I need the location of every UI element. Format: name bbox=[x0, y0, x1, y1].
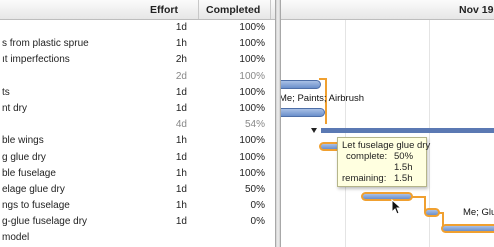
table-row[interactable]: elage glue dry 1d 50% bbox=[0, 182, 275, 198]
group-row[interactable]: 4d 54% bbox=[0, 117, 275, 133]
table-row[interactable]: s from plastic sprue 1h 100% bbox=[0, 36, 275, 52]
table-row[interactable]: g-glue fuselage dry 1d 0% bbox=[0, 214, 275, 230]
effort-cell: 1d bbox=[175, 102, 187, 114]
task-name: ts bbox=[2, 86, 10, 98]
disclosure-triangle-icon[interactable] bbox=[311, 128, 317, 133]
effort-cell: 4d bbox=[175, 119, 187, 131]
tooltip-row: complete: 50% bbox=[342, 151, 422, 162]
task-name: ıt imperfections bbox=[2, 54, 70, 66]
effort-cell: 1d bbox=[175, 216, 187, 228]
table-row[interactable]: 1d 100% bbox=[0, 20, 275, 36]
effort-cell: 1h bbox=[175, 135, 187, 147]
completed-cell: 50% bbox=[244, 183, 265, 195]
tooltip-remaining-label: remaining: bbox=[342, 173, 387, 184]
task-table: Effort Completed 1d 100% s from plastic sp… bbox=[0, 0, 275, 247]
completed-column-header[interactable]: Completed bbox=[206, 4, 260, 16]
completed-cell: 100% bbox=[239, 54, 265, 66]
completed-cell: 100% bbox=[239, 135, 265, 147]
group-summary-bar[interactable] bbox=[321, 128, 494, 133]
table-row[interactable]: ble wings 1h 100% bbox=[0, 133, 275, 149]
group-row[interactable]: 2d 100% bbox=[0, 69, 275, 85]
completed-cell: 100% bbox=[239, 70, 265, 82]
effort-cell: 1d bbox=[175, 22, 187, 33]
gantt-date-header: Nov 19 bbox=[459, 4, 494, 16]
task-bar[interactable] bbox=[281, 80, 321, 89]
table-row[interactable]: ts 1d 100% bbox=[0, 85, 275, 101]
effort-cell: 1h bbox=[175, 200, 187, 212]
task-name: model bbox=[2, 232, 30, 244]
task-rows: 1d 100% s from plastic sprue 1h 100% ıt imper… bbox=[0, 20, 275, 247]
column-separator[interactable] bbox=[198, 0, 199, 19]
tooltip-done-value: 1.5h bbox=[394, 162, 413, 173]
completed-cell: 100% bbox=[239, 86, 265, 98]
task-bar[interactable] bbox=[281, 108, 325, 117]
effort-cell: 1d bbox=[175, 183, 187, 195]
completed-cell: 0% bbox=[250, 200, 265, 212]
tooltip-complete-label: complete: bbox=[346, 151, 388, 162]
tooltip-remaining-value: 1.5h bbox=[394, 173, 413, 184]
effort-cell: 1d bbox=[175, 151, 187, 163]
gantt-chart: Nov 19 Me; Paints; Airbrush Me; Glu Let … bbox=[281, 0, 494, 247]
tooltip-row: remaining: 1.5h bbox=[342, 173, 422, 184]
completed-cell: 100% bbox=[239, 151, 265, 163]
dependency-connector bbox=[411, 196, 425, 198]
gantt-header: Nov 19 bbox=[281, 0, 494, 20]
task-name: elage glue dry bbox=[2, 183, 65, 195]
table-row[interactable]: model bbox=[0, 230, 275, 246]
task-bar-label: Me; Paints; Airbrush bbox=[281, 93, 365, 104]
completed-cell: 100% bbox=[239, 22, 265, 33]
completed-cell: 0% bbox=[250, 216, 265, 228]
table-row[interactable]: g glue dry 1d 100% bbox=[0, 150, 275, 166]
task-bar-selected[interactable] bbox=[361, 192, 413, 201]
completed-cell: 100% bbox=[239, 102, 265, 114]
task-name: g glue dry bbox=[2, 151, 46, 163]
table-header: Effort Completed bbox=[0, 0, 275, 20]
completed-cell: 54% bbox=[244, 119, 265, 131]
completed-cell: 100% bbox=[239, 38, 265, 50]
task-name: ble wings bbox=[2, 135, 44, 147]
completed-cell: 100% bbox=[239, 167, 265, 179]
task-bar[interactable] bbox=[441, 224, 494, 233]
tooltip-row: 1.5h bbox=[342, 162, 422, 173]
task-name: nt dry bbox=[2, 102, 28, 114]
task-name: g-glue fuselage dry bbox=[2, 216, 88, 228]
gridline bbox=[345, 20, 346, 247]
table-row[interactable]: ıt imperfections 2h 100% bbox=[0, 52, 275, 68]
table-row[interactable]: ble fuselage 1h 100% bbox=[0, 166, 275, 182]
task-name: ngs to fuselage bbox=[2, 200, 70, 212]
task-tooltip: Let fuselage glue dry complete: 50% 1.5h… bbox=[337, 137, 431, 187]
tooltip-title: Let fuselage glue dry bbox=[342, 140, 431, 151]
effort-cell: 1h bbox=[175, 167, 187, 179]
dependency-connector bbox=[325, 106, 327, 124]
effort-cell: 1d bbox=[175, 86, 187, 98]
table-row[interactable]: nt dry 1d 100% bbox=[0, 101, 275, 117]
effort-cell: 1h bbox=[175, 38, 187, 50]
column-separator[interactable] bbox=[270, 0, 271, 19]
task-bar-label: Me; Glu bbox=[463, 207, 494, 218]
tooltip-complete-value: 50% bbox=[394, 151, 414, 162]
effort-cell: 2d bbox=[175, 70, 187, 82]
table-row[interactable]: ngs to fuselage 1h 0% bbox=[0, 198, 275, 214]
effort-column-header[interactable]: Effort bbox=[150, 4, 178, 16]
effort-cell: 2h bbox=[175, 54, 187, 66]
task-name: s from plastic sprue bbox=[2, 38, 89, 50]
task-name: ble fuselage bbox=[2, 167, 56, 179]
mouse-cursor-icon bbox=[391, 199, 403, 215]
